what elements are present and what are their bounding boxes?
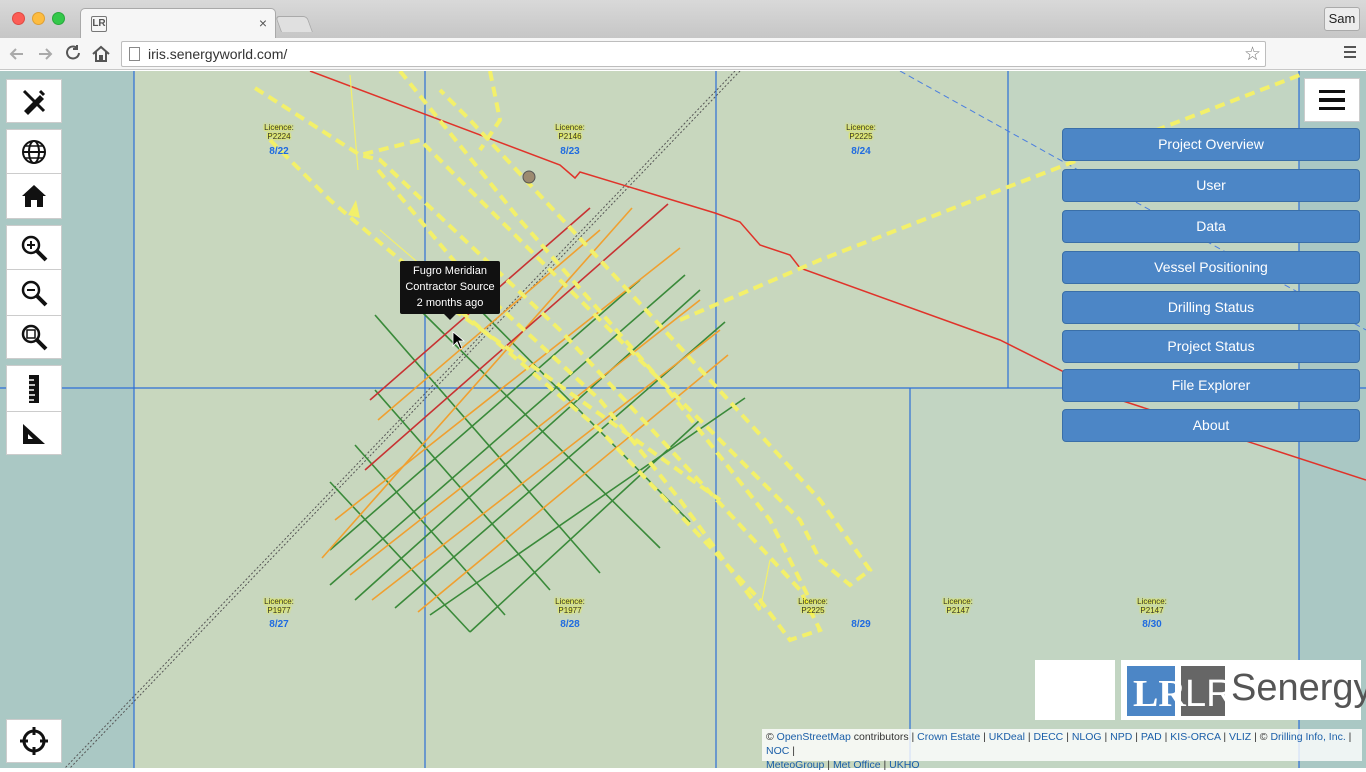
- block-label: 8/23: [560, 146, 580, 157]
- contributors-text: contributors |: [853, 731, 915, 743]
- lr-logo-icon: LR LR: [1127, 666, 1231, 716]
- logo-text: Senergy: [1231, 667, 1366, 709]
- minimize-window-button[interactable]: [32, 12, 45, 25]
- crosshair-icon: [20, 727, 48, 755]
- zoom-in-icon: [21, 235, 48, 261]
- nlog-link[interactable]: NLOG: [1072, 731, 1102, 743]
- licence-label: Licence: P2225: [846, 123, 876, 141]
- menu-user[interactable]: User: [1062, 169, 1360, 202]
- client-logo-placeholder: [1035, 660, 1115, 720]
- tooltip-age: 2 months ago: [416, 297, 484, 309]
- drilling-info-link[interactable]: Drilling Info, Inc.: [1270, 731, 1345, 743]
- tooltip-vessel-name: Fugro Meridian: [413, 265, 487, 277]
- hamburger-icon: [1319, 89, 1345, 94]
- zoom-in-tool-button[interactable]: [6, 225, 62, 269]
- licence-label: Licence: P2147: [943, 597, 973, 615]
- zoom-extent-icon: [21, 324, 48, 351]
- home-tool-button[interactable]: [6, 173, 62, 219]
- copyright-symbol: ©: [1259, 731, 1268, 743]
- licence-label: Licence: P2224: [264, 123, 294, 141]
- kis-orca-link[interactable]: KIS-ORCA: [1170, 731, 1220, 743]
- block-label: 8/28: [560, 619, 580, 630]
- home-icon: [22, 185, 46, 207]
- menu-file-explorer[interactable]: File Explorer: [1062, 369, 1360, 402]
- tooltip-source: Contractor Source: [405, 281, 495, 293]
- crown-estate-link[interactable]: Crown Estate: [917, 731, 980, 743]
- forward-icon[interactable]: [34, 43, 56, 65]
- bookmark-star-icon[interactable]: ☆: [1244, 43, 1261, 66]
- back-icon[interactable]: [6, 43, 28, 65]
- ukho-link[interactable]: UKHO: [889, 759, 919, 771]
- vessel-tooltip: Fugro Meridian Contractor Source 2 month…: [400, 261, 500, 320]
- menu-project-overview[interactable]: Project Overview: [1062, 128, 1360, 161]
- globe-icon: [22, 139, 46, 164]
- licence-label: Licence: P1977: [555, 597, 585, 615]
- noc-link[interactable]: NOC: [766, 745, 789, 757]
- licence-label: Licence: P2147: [1137, 597, 1167, 615]
- reload-icon[interactable]: [62, 43, 84, 65]
- set-square-tool-button[interactable]: [6, 411, 62, 455]
- vliz-link[interactable]: VLIZ: [1229, 731, 1251, 743]
- copyright-symbol: ©: [766, 731, 774, 743]
- npd-link[interactable]: NPD: [1110, 731, 1132, 743]
- zoom-out-icon: [21, 280, 48, 306]
- block-label: 8/29: [851, 619, 871, 630]
- licence-label: Licence: P2146: [555, 123, 585, 141]
- block-label: 8/22: [269, 146, 289, 157]
- menu-about[interactable]: About: [1062, 409, 1360, 442]
- url-text[interactable]: iris.senergyworld.com/: [148, 46, 287, 62]
- osm-link[interactable]: OpenStreetMap: [777, 731, 851, 743]
- pencil-ruler-icon: [22, 89, 46, 115]
- block-label: 8/30: [1142, 619, 1162, 630]
- licence-label: Licence: P1977: [264, 597, 294, 615]
- browser-titlebar: LR × Sam: [0, 0, 1366, 38]
- locate-tool-button[interactable]: [6, 719, 62, 763]
- globe-tool-button[interactable]: [6, 129, 62, 173]
- tab-favicon-icon: LR: [91, 16, 107, 32]
- met-office-link[interactable]: Met Office: [833, 759, 881, 771]
- tab-close-icon[interactable]: ×: [259, 15, 267, 31]
- browser-menu-icon[interactable]: [1342, 42, 1358, 68]
- menu-vessel-positioning[interactable]: Vessel Positioning: [1062, 251, 1360, 284]
- browser-toolbar: iris.senergyworld.com/ ☆: [0, 38, 1366, 70]
- decc-link[interactable]: DECC: [1034, 731, 1064, 743]
- page-icon: [129, 47, 140, 61]
- pad-link[interactable]: PAD: [1141, 731, 1162, 743]
- profile-button[interactable]: Sam: [1324, 7, 1360, 31]
- senergy-logo: LR LR Senergy: [1121, 660, 1366, 720]
- ruler-icon: [29, 374, 39, 403]
- ruler-tool-button[interactable]: [6, 365, 62, 411]
- menu-data[interactable]: Data: [1062, 210, 1360, 243]
- map-attribution: © OpenStreetMap contributors | Crown Est…: [762, 729, 1362, 771]
- maximize-window-button[interactable]: [52, 12, 65, 25]
- draw-tool-button[interactable]: [6, 79, 62, 123]
- address-bar[interactable]: iris.senergyworld.com/ ☆: [121, 41, 1266, 67]
- main-menu-toggle[interactable]: [1304, 78, 1360, 122]
- set-square-icon: [23, 424, 45, 444]
- browser-tab[interactable]: LR ×: [80, 8, 276, 38]
- block-label: 8/24: [851, 146, 871, 157]
- zoom-out-tool-button[interactable]: [6, 269, 62, 315]
- ukdeal-link[interactable]: UKDeal: [989, 731, 1025, 743]
- home-icon[interactable]: [90, 43, 112, 65]
- menu-project-status[interactable]: Project Status: [1062, 330, 1360, 363]
- svg-text:LR: LR: [1133, 673, 1186, 715]
- zoom-extent-tool-button[interactable]: [6, 315, 62, 359]
- licence-label: Licence: P2225: [798, 597, 828, 615]
- new-tab-button[interactable]: [275, 16, 313, 32]
- meteogroup-link[interactable]: MeteoGroup: [766, 759, 824, 771]
- block-label: 8/27: [269, 619, 289, 630]
- menu-drilling-status[interactable]: Drilling Status: [1062, 291, 1360, 324]
- svg-text:LR: LR: [1185, 673, 1231, 715]
- close-window-button[interactable]: [12, 12, 25, 25]
